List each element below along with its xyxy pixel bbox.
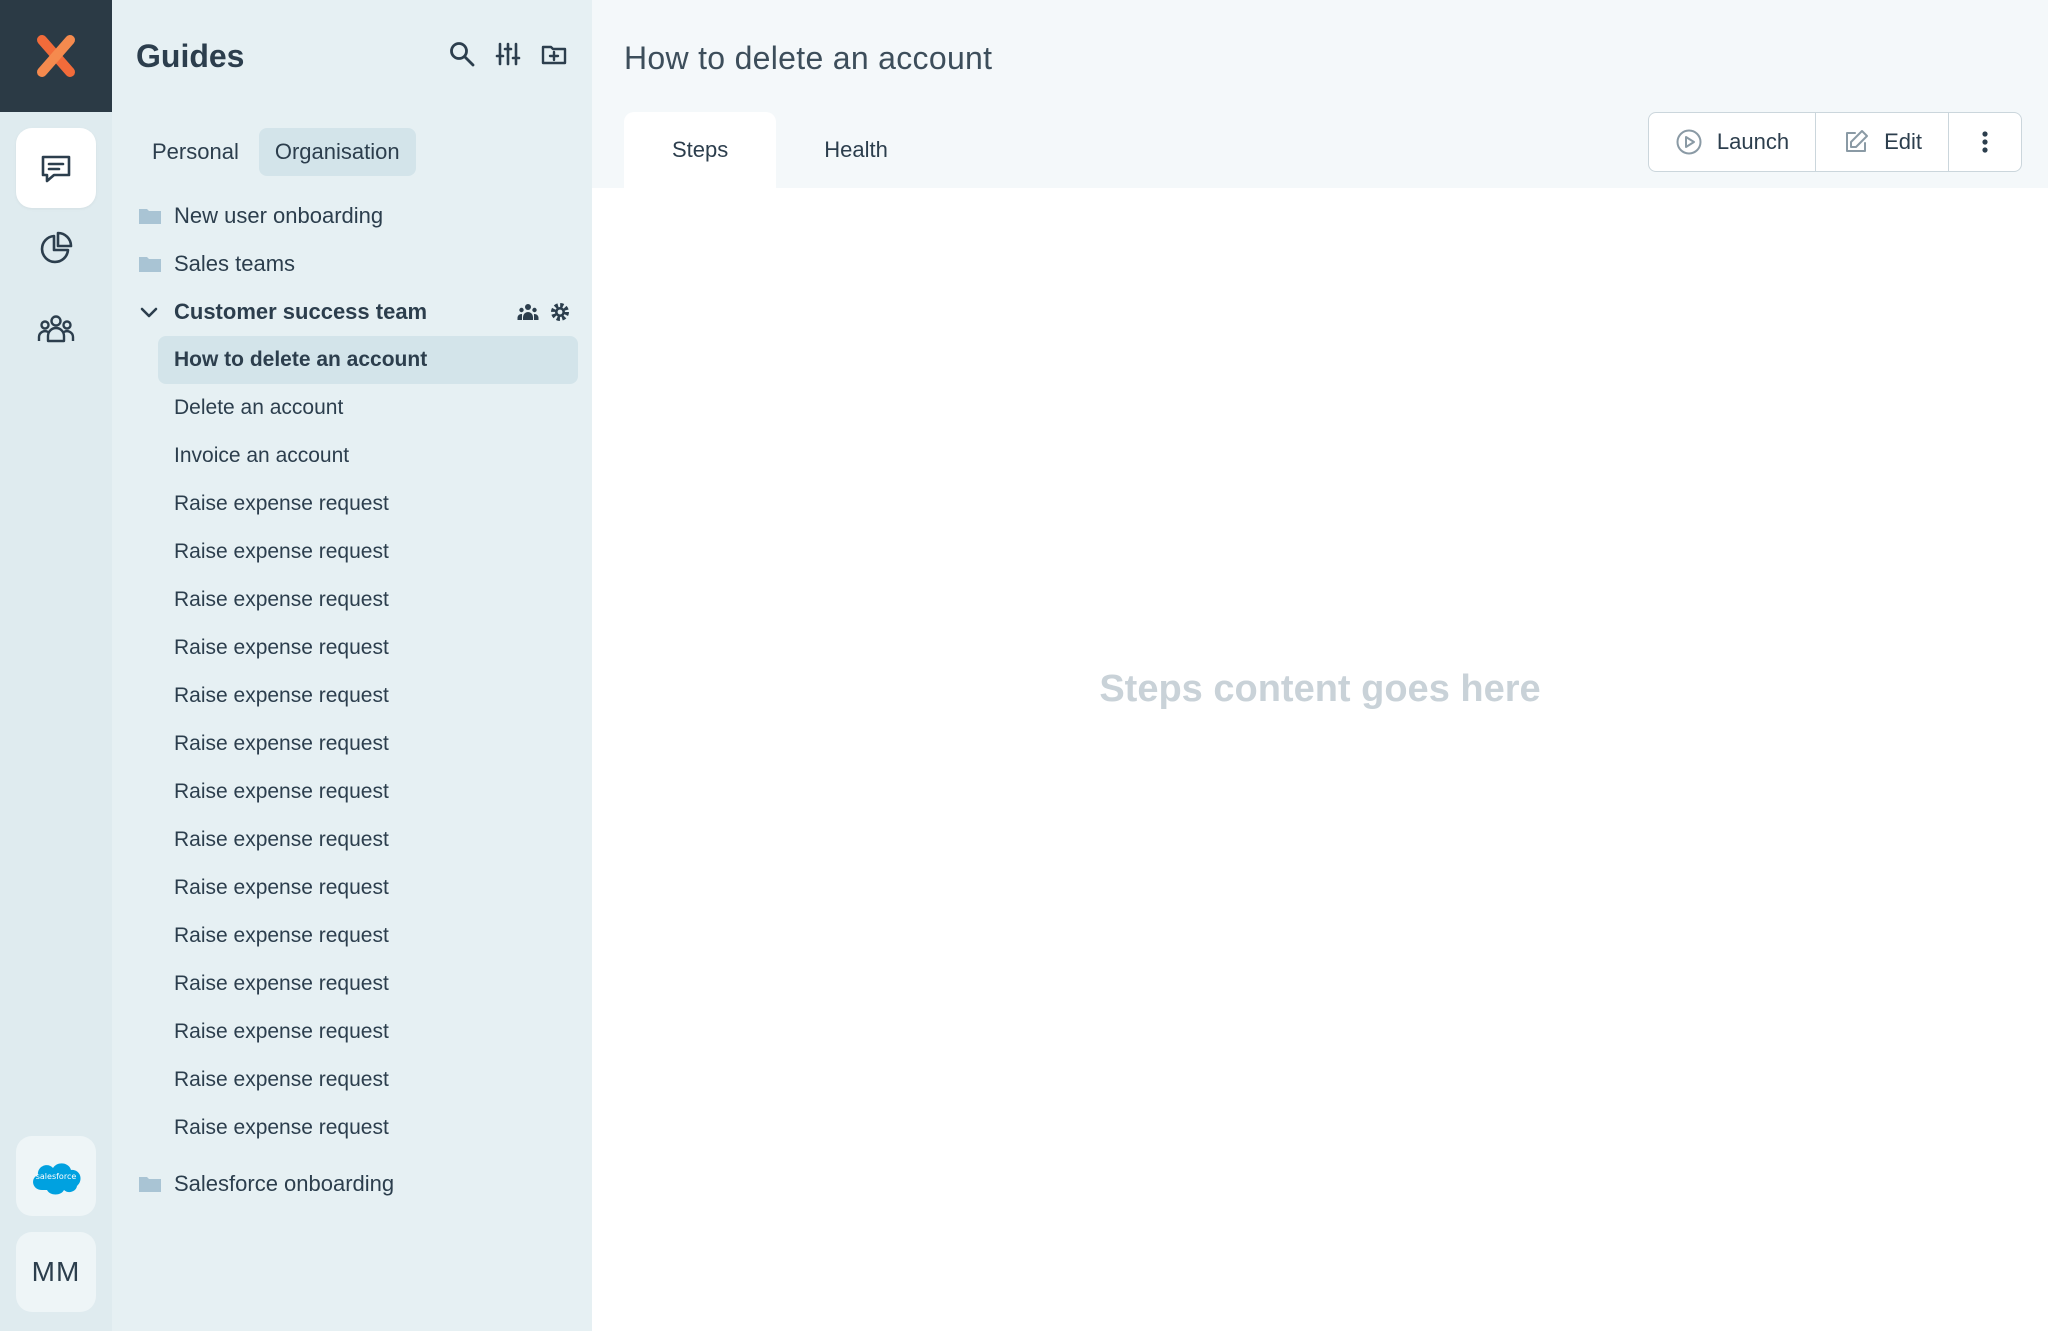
guide-item[interactable]: Raise expense request — [158, 864, 578, 912]
app-logo[interactable] — [0, 0, 112, 112]
sidebar-toolbar — [446, 38, 570, 70]
tab-organisation[interactable]: Organisation — [258, 128, 416, 176]
folder-item[interactable]: Salesforce onboarding — [136, 1160, 584, 1208]
chat-icon — [41, 155, 71, 183]
steps-placeholder: Steps content goes here — [1099, 668, 1541, 710]
guide-header: How to delete an account Steps Health La… — [592, 0, 2048, 188]
page-title: How to delete an account — [624, 40, 993, 76]
guide-label: Raise expense request — [174, 492, 389, 515]
edit-button[interactable]: Edit — [1815, 113, 1948, 171]
guide-item[interactable]: Raise expense request — [158, 1104, 578, 1152]
guide-label: Raise expense request — [174, 828, 389, 851]
pie-chart-icon — [40, 231, 73, 264]
edit-label: Edit — [1884, 129, 1922, 154]
folder-label: Salesforce onboarding — [174, 1171, 395, 1196]
guide-label: Raise expense request — [174, 924, 389, 947]
more-vertical-icon — [1982, 131, 1988, 153]
guide-item[interactable]: Raise expense request — [158, 480, 578, 528]
guide-label: How to delete an account — [174, 348, 428, 371]
guide-label: Raise expense request — [174, 1020, 389, 1043]
folder-item[interactable]: New user onboarding — [136, 192, 584, 240]
guide-item[interactable]: Raise expense request — [158, 720, 578, 768]
guide-label: Raise expense request — [174, 780, 389, 803]
search-icon — [450, 42, 475, 67]
guide-item[interactable]: Raise expense request — [158, 624, 578, 672]
chevron-down-icon[interactable] — [138, 300, 162, 324]
sidebar-title: Guides — [136, 38, 245, 74]
avatar-initials: MM — [31, 1256, 81, 1287]
folder-label: Sales teams — [174, 251, 296, 276]
more-options-button[interactable] — [1948, 113, 2021, 171]
folder-label: New user onboarding — [174, 203, 384, 228]
guide-item[interactable]: Invoice an account — [158, 432, 578, 480]
play-circle-icon — [1676, 129, 1702, 155]
logo-x-icon — [37, 35, 75, 77]
guide-label: Raise expense request — [174, 732, 389, 755]
guide-item[interactable]: Delete an account — [158, 384, 578, 432]
rail-item-analytics[interactable] — [16, 208, 96, 288]
folder-icon — [138, 252, 162, 276]
guide-label: Raise expense request — [174, 1116, 389, 1139]
tab-personal[interactable]: Personal — [136, 128, 255, 176]
guides-tree: New user onboarding Sales teams Customer… — [136, 192, 584, 1208]
folder-label: Customer success team — [174, 299, 428, 324]
guide-item[interactable]: Raise expense request — [158, 1056, 578, 1104]
guide-actions: Launch Edit — [1647, 112, 2022, 172]
salesforce-logo-text: salesforce — [35, 1171, 77, 1181]
gear-icon[interactable] — [548, 300, 572, 324]
folder-plus-icon — [541, 45, 567, 65]
guide-label: Raise expense request — [174, 684, 389, 707]
launch-button[interactable]: Launch — [1649, 113, 1815, 171]
guide-item[interactable]: Raise expense request — [158, 768, 578, 816]
folder-icon — [138, 1172, 162, 1196]
guide-item[interactable]: Raise expense request — [158, 960, 578, 1008]
folder-actions — [516, 300, 572, 324]
guide-item[interactable]: Raise expense request — [158, 672, 578, 720]
sliders-icon — [495, 42, 521, 66]
guide-label: Raise expense request — [174, 876, 389, 899]
guide-label: Raise expense request — [174, 636, 389, 659]
launch-label: Launch — [1716, 129, 1790, 154]
guide-label: Raise expense request — [174, 540, 389, 563]
rail-item-guides[interactable] — [16, 128, 96, 208]
guide-item[interactable]: Raise expense request — [158, 576, 578, 624]
add-folder-button[interactable] — [538, 38, 570, 70]
team-permissions-icon[interactable] — [516, 300, 540, 324]
guide-item[interactable]: Raise expense request — [158, 816, 578, 864]
filter-button[interactable] — [492, 38, 524, 70]
guide-label: Delete an account — [174, 396, 344, 419]
user-avatar[interactable]: MM — [16, 1232, 96, 1312]
guide-detail: How to delete an account Steps Health La… — [592, 0, 2048, 1331]
tab-health[interactable]: Health — [776, 112, 936, 188]
guide-item[interactable]: Raise expense request — [158, 912, 578, 960]
folder-icon — [138, 204, 162, 228]
guide-item[interactable]: Raise expense request — [158, 528, 578, 576]
guide-item-selected[interactable]: How to delete an account — [158, 336, 578, 384]
guide-item[interactable]: Raise expense request — [158, 1008, 578, 1056]
guide-label: Invoice an account — [174, 444, 350, 467]
guide-tabs: Steps Health — [624, 112, 936, 188]
guide-label: Raise expense request — [174, 972, 389, 995]
search-button[interactable] — [446, 38, 478, 70]
guide-label: Raise expense request — [174, 588, 389, 611]
team-icon — [37, 315, 75, 343]
app-rail: salesforce MM — [0, 0, 112, 1331]
folder-item[interactable]: Sales teams — [136, 240, 584, 288]
guides-sidebar: Guides Personal Organisation New user on… — [112, 0, 592, 1331]
folder-item-open[interactable]: Customer success team — [136, 288, 584, 336]
salesforce-integration[interactable]: salesforce — [16, 1136, 96, 1216]
guides-scope-tabs: Personal Organisation — [136, 128, 416, 176]
rail-item-users[interactable] — [16, 288, 96, 368]
edit-icon — [1846, 130, 1869, 152]
tab-steps[interactable]: Steps — [624, 112, 777, 188]
guide-label: Raise expense request — [174, 1068, 389, 1091]
